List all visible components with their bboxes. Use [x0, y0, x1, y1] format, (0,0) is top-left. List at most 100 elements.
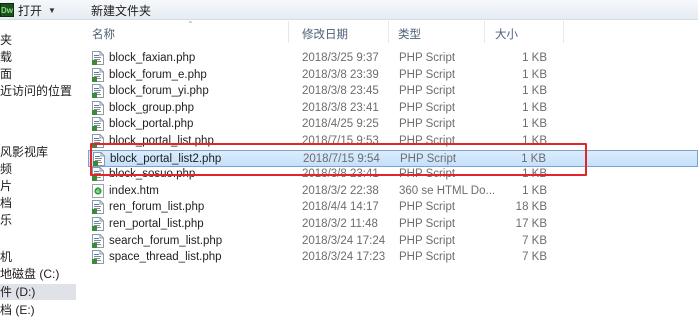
file-type: PHP Script	[399, 68, 456, 81]
file-size: 1 KB	[522, 135, 547, 147]
nav-item[interactable]: 风影视库	[0, 144, 48, 160]
file-name: block_portal_list.php	[109, 135, 214, 147]
column-divider[interactable]	[484, 21, 485, 43]
file-row[interactable]: block_faxian.php 2018/3/25 9:37 PHP Script…	[88, 50, 698, 67]
file-type: PHP Script	[399, 201, 456, 214]
nav-item[interactable]: 近访问的位置	[0, 83, 72, 99]
file-type: PHP Script	[399, 251, 456, 264]
column-header-type[interactable]: 类型	[398, 26, 421, 42]
php-file-icon	[92, 67, 104, 82]
command-toolbar: Dw 打开 ▼ 新建文件夹	[0, 0, 698, 20]
nav-item[interactable]: 档 (E:)	[0, 302, 35, 318]
nav-item[interactable]: 档	[0, 195, 12, 211]
php-file-icon	[92, 100, 104, 115]
navigation-pane: 夹载面近访问的位置 风影视库频片档乐机地磁盘 (C:) 件 (D:) 档 (E:)	[0, 21, 76, 328]
php-file-icon	[92, 250, 104, 265]
nav-item[interactable]: 机	[0, 249, 12, 265]
php-file-icon	[92, 217, 104, 231]
file-row[interactable]: e index.htm 2018/3/2 22:38 360 se HTML Do..…	[88, 183, 698, 200]
column-divider[interactable]	[563, 21, 564, 43]
file-modified-date: 2018/3/8 23:45	[302, 85, 379, 98]
svg-text:e: e	[96, 188, 100, 195]
file-name: block_faxian.php	[109, 52, 196, 64]
php-file-icon	[92, 167, 104, 182]
file-type: PHP Script	[399, 218, 456, 230]
column-header-name[interactable]: 名称	[92, 26, 115, 42]
file-modified-date: 2018/3/2 22:38	[302, 184, 379, 197]
file-size: 1 KB	[521, 152, 546, 165]
file-modified-date: 2018/3/8 23:41	[302, 168, 379, 181]
file-type: PHP Script	[399, 101, 456, 114]
nav-item[interactable]: 片	[0, 178, 12, 194]
file-modified-date: 2018/3/8 23:39	[302, 68, 379, 81]
file-row[interactable]: block_forum_yi.php 2018/3/8 23:45 PHP Scri…	[88, 83, 698, 100]
file-row[interactable]: block_forum_e.php 2018/3/8 23:39 PHP Scrip…	[88, 67, 698, 84]
php-file-icon	[92, 200, 104, 215]
file-modified-date: 2018/3/25 9:37	[302, 52, 379, 64]
dreamweaver-app-icon: Dw	[0, 3, 14, 17]
file-row[interactable]: search_forum_list.php 2018/3/24 17:24 PHP …	[88, 233, 698, 250]
file-name: block_portal.php	[109, 118, 194, 131]
nav-item[interactable]: 地磁盘 (C:)	[0, 266, 59, 282]
file-row[interactable]: space_thread_list.php 2018/3/24 17:23 PHP …	[88, 249, 698, 266]
file-name: ren_forum_list.php	[109, 201, 205, 214]
file-size: 1 KB	[522, 85, 547, 98]
file-modified-date: 2018/4/25 9:25	[302, 118, 379, 131]
file-size: 17 KB	[515, 218, 547, 230]
file-size: 1 KB	[522, 101, 547, 114]
file-type: PHP Script	[399, 52, 456, 64]
nav-item[interactable]: 乐	[0, 212, 12, 228]
file-name: block_group.php	[109, 101, 195, 114]
nav-item[interactable]: 频	[0, 161, 12, 177]
php-file-icon	[92, 51, 104, 65]
nav-item[interactable]: 载	[0, 49, 12, 65]
php-file-icon	[93, 151, 105, 166]
file-size: 1 KB	[522, 68, 547, 81]
file-row[interactable]: block_portal_list2.php 2018/7/15 9:54 PHP …	[88, 149, 698, 167]
file-size: 7 KB	[522, 234, 547, 247]
file-type: PHP Script	[399, 135, 456, 147]
file-name: search_forum_list.php	[109, 234, 223, 247]
column-divider[interactable]	[288, 21, 289, 43]
file-modified-date: 2018/3/2 11:48	[302, 218, 378, 230]
file-size: 1 KB	[522, 52, 547, 64]
file-size: 7 KB	[522, 251, 547, 264]
file-row[interactable]: block_group.php 2018/3/8 23:41 PHP Script 1…	[88, 100, 698, 117]
file-row[interactable]: block_sosuo.php 2018/3/8 23:41 PHP Script 1…	[88, 166, 698, 183]
file-modified-date: 2018/3/24 17:23	[302, 251, 386, 264]
file-modified-date: 2018/7/15 9:53	[302, 135, 379, 147]
file-name: block_sosuo.php	[109, 168, 196, 181]
column-header-date[interactable]: 修改日期	[302, 26, 348, 42]
file-size: 1 KB	[522, 184, 547, 197]
file-list-pane: ⌃ 名称 修改日期 类型 大小 block_faxian.php 2018/3/2…	[76, 20, 698, 328]
chevron-down-icon[interactable]: ▼	[48, 6, 56, 15]
column-divider[interactable]	[388, 21, 389, 43]
column-header-row: ⌃ 名称 修改日期 类型 大小	[76, 20, 698, 43]
nav-item[interactable]: 夹	[0, 32, 12, 48]
nav-item[interactable]: 件 (D:)	[0, 284, 76, 300]
file-size: 1 KB	[522, 168, 547, 181]
file-name: block_forum_yi.php	[109, 85, 209, 98]
file-type: PHP Script	[399, 234, 456, 247]
file-row[interactable]: ren_forum_list.php 2018/4/4 14:17 PHP Scri…	[88, 199, 698, 216]
column-header-size[interactable]: 大小	[495, 26, 518, 42]
file-modified-date: 2018/7/15 9:54	[303, 152, 380, 165]
file-modified-date: 2018/4/4 14:17	[302, 201, 379, 214]
php-file-icon	[92, 84, 104, 99]
file-modified-date: 2018/3/8 23:41	[302, 101, 379, 114]
file-name: block_portal_list2.php	[110, 152, 222, 165]
file-row[interactable]: ren_portal_list.php 2018/3/2 11:48 PHP Scr…	[88, 216, 698, 233]
nav-item[interactable]: 面	[0, 66, 12, 82]
file-name: space_thread_list.php	[109, 251, 222, 264]
file-type: PHP Script	[399, 168, 456, 181]
file-type: PHP Script	[399, 118, 456, 131]
file-type: PHP Script	[400, 152, 457, 165]
file-size: 1 KB	[522, 118, 547, 131]
new-folder-button[interactable]: 新建文件夹	[91, 2, 151, 18]
file-name: block_forum_e.php	[109, 68, 207, 81]
file-row[interactable]: block_portal.php 2018/4/25 9:25 PHP Script…	[88, 116, 698, 133]
file-row[interactable]: block_portal_list.php 2018/7/15 9:53 PHP S…	[88, 133, 698, 150]
file-type: PHP Script	[399, 85, 456, 98]
open-button[interactable]: Dw 打开 ▼	[0, 2, 56, 18]
file-modified-date: 2018/3/24 17:24	[302, 234, 386, 247]
